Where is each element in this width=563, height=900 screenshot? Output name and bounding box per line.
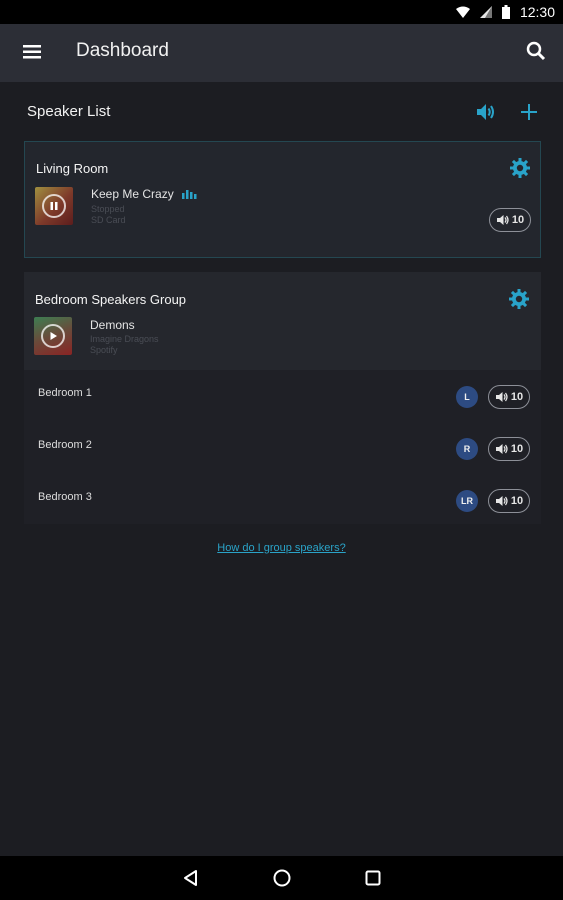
equalizer-icon: [182, 190, 197, 199]
volume-button[interactable]: 10: [488, 489, 530, 513]
signal-icon: [479, 6, 492, 18]
back-icon[interactable]: [181, 868, 201, 888]
group-title: Bedroom Speakers Group: [35, 292, 187, 307]
group-help-link[interactable]: How do I group speakers?: [0, 542, 563, 554]
track-title: Demons: [90, 318, 135, 332]
member-name: Bedroom 3: [38, 491, 92, 503]
volume-button[interactable]: 10: [488, 385, 530, 409]
volume-value: 10: [510, 391, 524, 403]
track-title: Keep Me Crazy: [91, 187, 174, 201]
volume-value: 10: [510, 495, 524, 507]
album-art[interactable]: [34, 317, 72, 355]
home-icon[interactable]: [272, 868, 292, 888]
track-source: SD Card: [91, 215, 126, 225]
channel-badge[interactable]: L: [456, 386, 478, 408]
living-room-title: Living Room: [36, 161, 109, 176]
album-art[interactable]: [35, 187, 73, 225]
speaker-icon[interactable]: [474, 100, 498, 124]
volume-button[interactable]: 10: [488, 437, 530, 461]
volume-value: 10: [511, 214, 525, 226]
channel-badge[interactable]: R: [456, 438, 478, 460]
group-members: Bedroom 1 L 10 Bedroom 2 R 10 Bedroom 3 …: [24, 370, 541, 524]
status-time: 12:30: [519, 4, 555, 20]
living-room-card[interactable]: Living Room Keep Me Crazy Stopped SD Car…: [24, 141, 541, 258]
volume-icon: [495, 444, 508, 454]
wifi-icon: [455, 6, 470, 18]
add-icon[interactable]: [517, 100, 541, 124]
member-name: Bedroom 2: [38, 439, 92, 451]
volume-icon: [495, 392, 508, 402]
bedroom-group-card[interactable]: Bedroom Speakers Group Demons Imagine Dr…: [24, 272, 541, 524]
gear-icon[interactable]: [508, 288, 530, 310]
volume-button[interactable]: 10: [489, 208, 531, 232]
group-header: Bedroom Speakers Group Demons Imagine Dr…: [24, 272, 541, 370]
list-item[interactable]: Bedroom 3 LR 10: [24, 474, 541, 526]
battery-icon: [501, 5, 510, 19]
track-source: Spotify: [90, 345, 118, 355]
app-bar: Dashboard: [0, 24, 563, 82]
speaker-list-title: Speaker List: [27, 103, 111, 120]
pause-icon[interactable]: [42, 194, 66, 218]
speaker-list-header: Speaker List: [27, 100, 543, 124]
play-icon[interactable]: [41, 324, 65, 348]
navigation-bar: [0, 856, 563, 900]
track-state: Stopped: [91, 204, 125, 214]
member-name: Bedroom 1: [38, 387, 92, 399]
list-item[interactable]: Bedroom 2 R 10: [24, 422, 541, 474]
page-title: Dashboard: [76, 40, 169, 61]
status-bar: 12:30: [0, 0, 563, 24]
gear-icon[interactable]: [509, 157, 531, 179]
menu-icon[interactable]: [22, 43, 46, 63]
volume-value: 10: [510, 443, 524, 455]
search-icon[interactable]: [525, 40, 549, 64]
track-artist: Imagine Dragons: [90, 334, 159, 344]
channel-badge[interactable]: LR: [456, 490, 478, 512]
volume-icon: [495, 496, 508, 506]
list-item[interactable]: Bedroom 1 L 10: [24, 370, 541, 422]
recents-icon[interactable]: [363, 868, 383, 888]
volume-icon: [496, 215, 509, 225]
